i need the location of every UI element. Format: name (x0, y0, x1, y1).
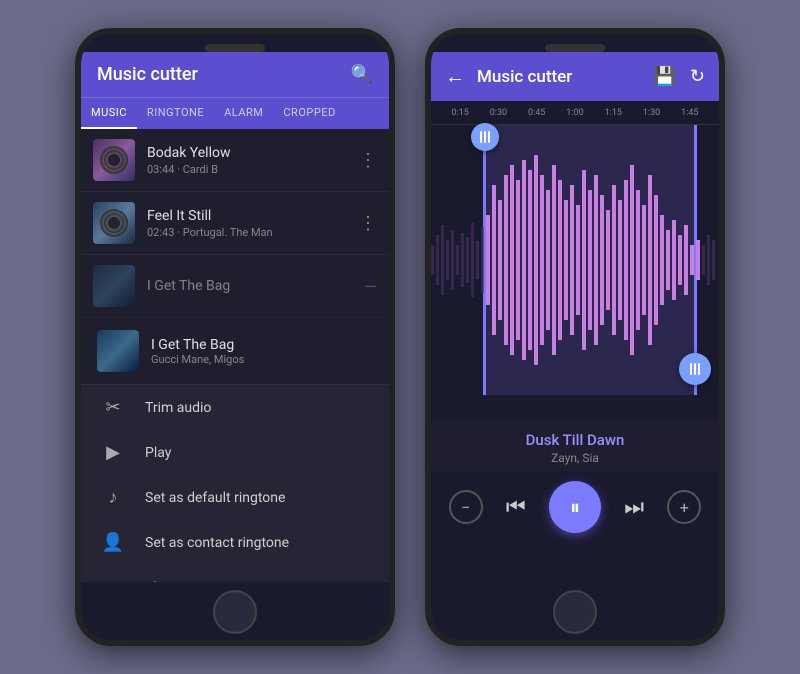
left-app-bar: Music cutter 🔍 (81, 52, 389, 97)
song-title: I Get The Bag (147, 278, 365, 294)
song-meta: 02:43 · Portugal. The Man (147, 226, 359, 239)
waveform-svg (431, 145, 719, 375)
song-thumbnail (93, 265, 135, 307)
time-mark: 1:45 (671, 108, 709, 118)
right-screen: ← Music cutter 💾 ↻ 0:15 0:30 0:45 1:00 1… (431, 52, 719, 582)
track-artist: Zayn, Sia (431, 451, 719, 465)
timeline: 0:15 0:30 0:45 1:00 1:15 1:30 1:45 (431, 101, 719, 125)
next-button[interactable]: ⏭ (616, 489, 652, 525)
prev-button[interactable]: ⏮ (498, 489, 534, 525)
share-icon: ↗ (101, 577, 125, 582)
song-list: Bodak Yellow 03:44 · Cardi B ⋮ Feel It S… (81, 129, 389, 318)
handle-bar (694, 363, 696, 375)
menu-item-label: Play (145, 445, 171, 461)
waveform-area[interactable] (431, 125, 719, 395)
song-meta: 03:44 · Cardi B (147, 163, 359, 176)
contact-icon: 👤 (101, 532, 125, 553)
track-title: Dusk Till Dawn (431, 431, 719, 449)
menu-item-label: Set as default ringtone (145, 490, 285, 506)
song-thumbnail (93, 202, 135, 244)
search-icon[interactable]: 🔍 (351, 64, 373, 85)
right-app-title: Music cutter (477, 67, 641, 87)
scissors-icon: ✂ (101, 397, 125, 418)
time-mark: 0:45 (518, 108, 556, 118)
skip-prev-icon: ⏮ (506, 495, 526, 520)
menu-play[interactable]: ▶ Play (81, 430, 389, 475)
time-mark: 1:15 (594, 108, 632, 118)
context-header: I Get The Bag Gucci Mane, Migos (81, 318, 389, 385)
menu-item-label: Set as contact ringtone (145, 535, 289, 551)
waveform-container[interactable]: 0:15 0:30 0:45 1:00 1:15 1:30 1:45 (431, 101, 719, 421)
menu-item-label: Trim audio (145, 400, 211, 416)
menu-set-default-ringtone[interactable]: ♪ Set as default ringtone (81, 475, 389, 520)
list-item-partial: I Get The Bag — (81, 255, 389, 318)
song-thumbnail (93, 139, 135, 181)
tab-ringtone[interactable]: RINGTONE (137, 98, 214, 129)
handle-bar (698, 363, 700, 375)
app-title: Music cutter (97, 64, 198, 85)
tabs-bar: MUSIC RINGTONE ALARM CROPPED (81, 97, 389, 129)
plus-icon: + (680, 498, 689, 517)
tab-cropped[interactable]: CROPPED (273, 98, 345, 129)
context-menu: I Get The Bag Gucci Mane, Migos ✂ Trim a… (81, 318, 389, 582)
handle-bar (480, 131, 482, 143)
context-song-title: I Get The Bag (151, 337, 244, 353)
refresh-icon[interactable]: ↻ (690, 66, 705, 87)
now-playing: Dusk Till Dawn Zayn, Sia (431, 421, 719, 471)
tab-music[interactable]: MUSIC (81, 98, 137, 129)
back-button[interactable]: ← (445, 64, 465, 89)
list-item[interactable]: Feel It Still 02:43 · Portugal. The Man … (81, 192, 389, 255)
handle-bar (484, 131, 486, 143)
right-phone: ← Music cutter 💾 ↻ 0:15 0:30 0:45 1:00 1… (425, 28, 725, 646)
time-mark: 1:30 (632, 108, 670, 118)
play-pause-button[interactable]: ⏸ (549, 481, 601, 533)
context-thumbnail (97, 330, 139, 372)
menu-set-contact-ringtone[interactable]: 👤 Set as contact ringtone (81, 520, 389, 565)
handle-bar (488, 131, 490, 143)
end-handle[interactable] (679, 353, 711, 385)
right-app-bar: ← Music cutter 💾 ↻ (431, 52, 719, 101)
menu-item-label: Share (145, 580, 181, 583)
menu-trim-audio[interactable]: ✂ Trim audio (81, 385, 389, 430)
song-title: Bodak Yellow (147, 145, 359, 161)
save-icon[interactable]: 💾 (653, 66, 675, 87)
time-mark: 0:30 (479, 108, 517, 118)
more-options-icon[interactable]: ⋮ (359, 150, 377, 171)
minus-icon: − (461, 498, 470, 517)
time-mark: 0:15 (441, 108, 479, 118)
plus-button[interactable]: + (667, 490, 701, 524)
time-mark: 1:00 (556, 108, 594, 118)
more-options-icon[interactable]: ⋮ (359, 213, 377, 234)
player-controls: − ⏮ ⏸ ⏭ + (431, 471, 719, 547)
song-title: Feel It Still (147, 208, 359, 224)
skip-next-icon: ⏭ (624, 495, 644, 520)
context-song-meta: Gucci Mane, Migos (151, 353, 244, 366)
left-screen: Music cutter 🔍 MUSIC RINGTONE ALARM CROP… (81, 52, 389, 582)
tab-alarm[interactable]: ALARM (214, 98, 273, 129)
left-phone: Music cutter 🔍 MUSIC RINGTONE ALARM CROP… (75, 28, 395, 646)
menu-share[interactable]: ↗ Share (81, 565, 389, 582)
minus-button[interactable]: − (449, 490, 483, 524)
ringtone-icon: ♪ (101, 487, 125, 508)
play-icon: ▶ (101, 442, 125, 463)
handle-bar (690, 363, 692, 375)
pause-icon: ⏸ (570, 495, 580, 519)
play-head-handle[interactable] (471, 123, 499, 151)
drag-icon: — (365, 277, 378, 296)
list-item[interactable]: Bodak Yellow 03:44 · Cardi B ⋮ (81, 129, 389, 192)
